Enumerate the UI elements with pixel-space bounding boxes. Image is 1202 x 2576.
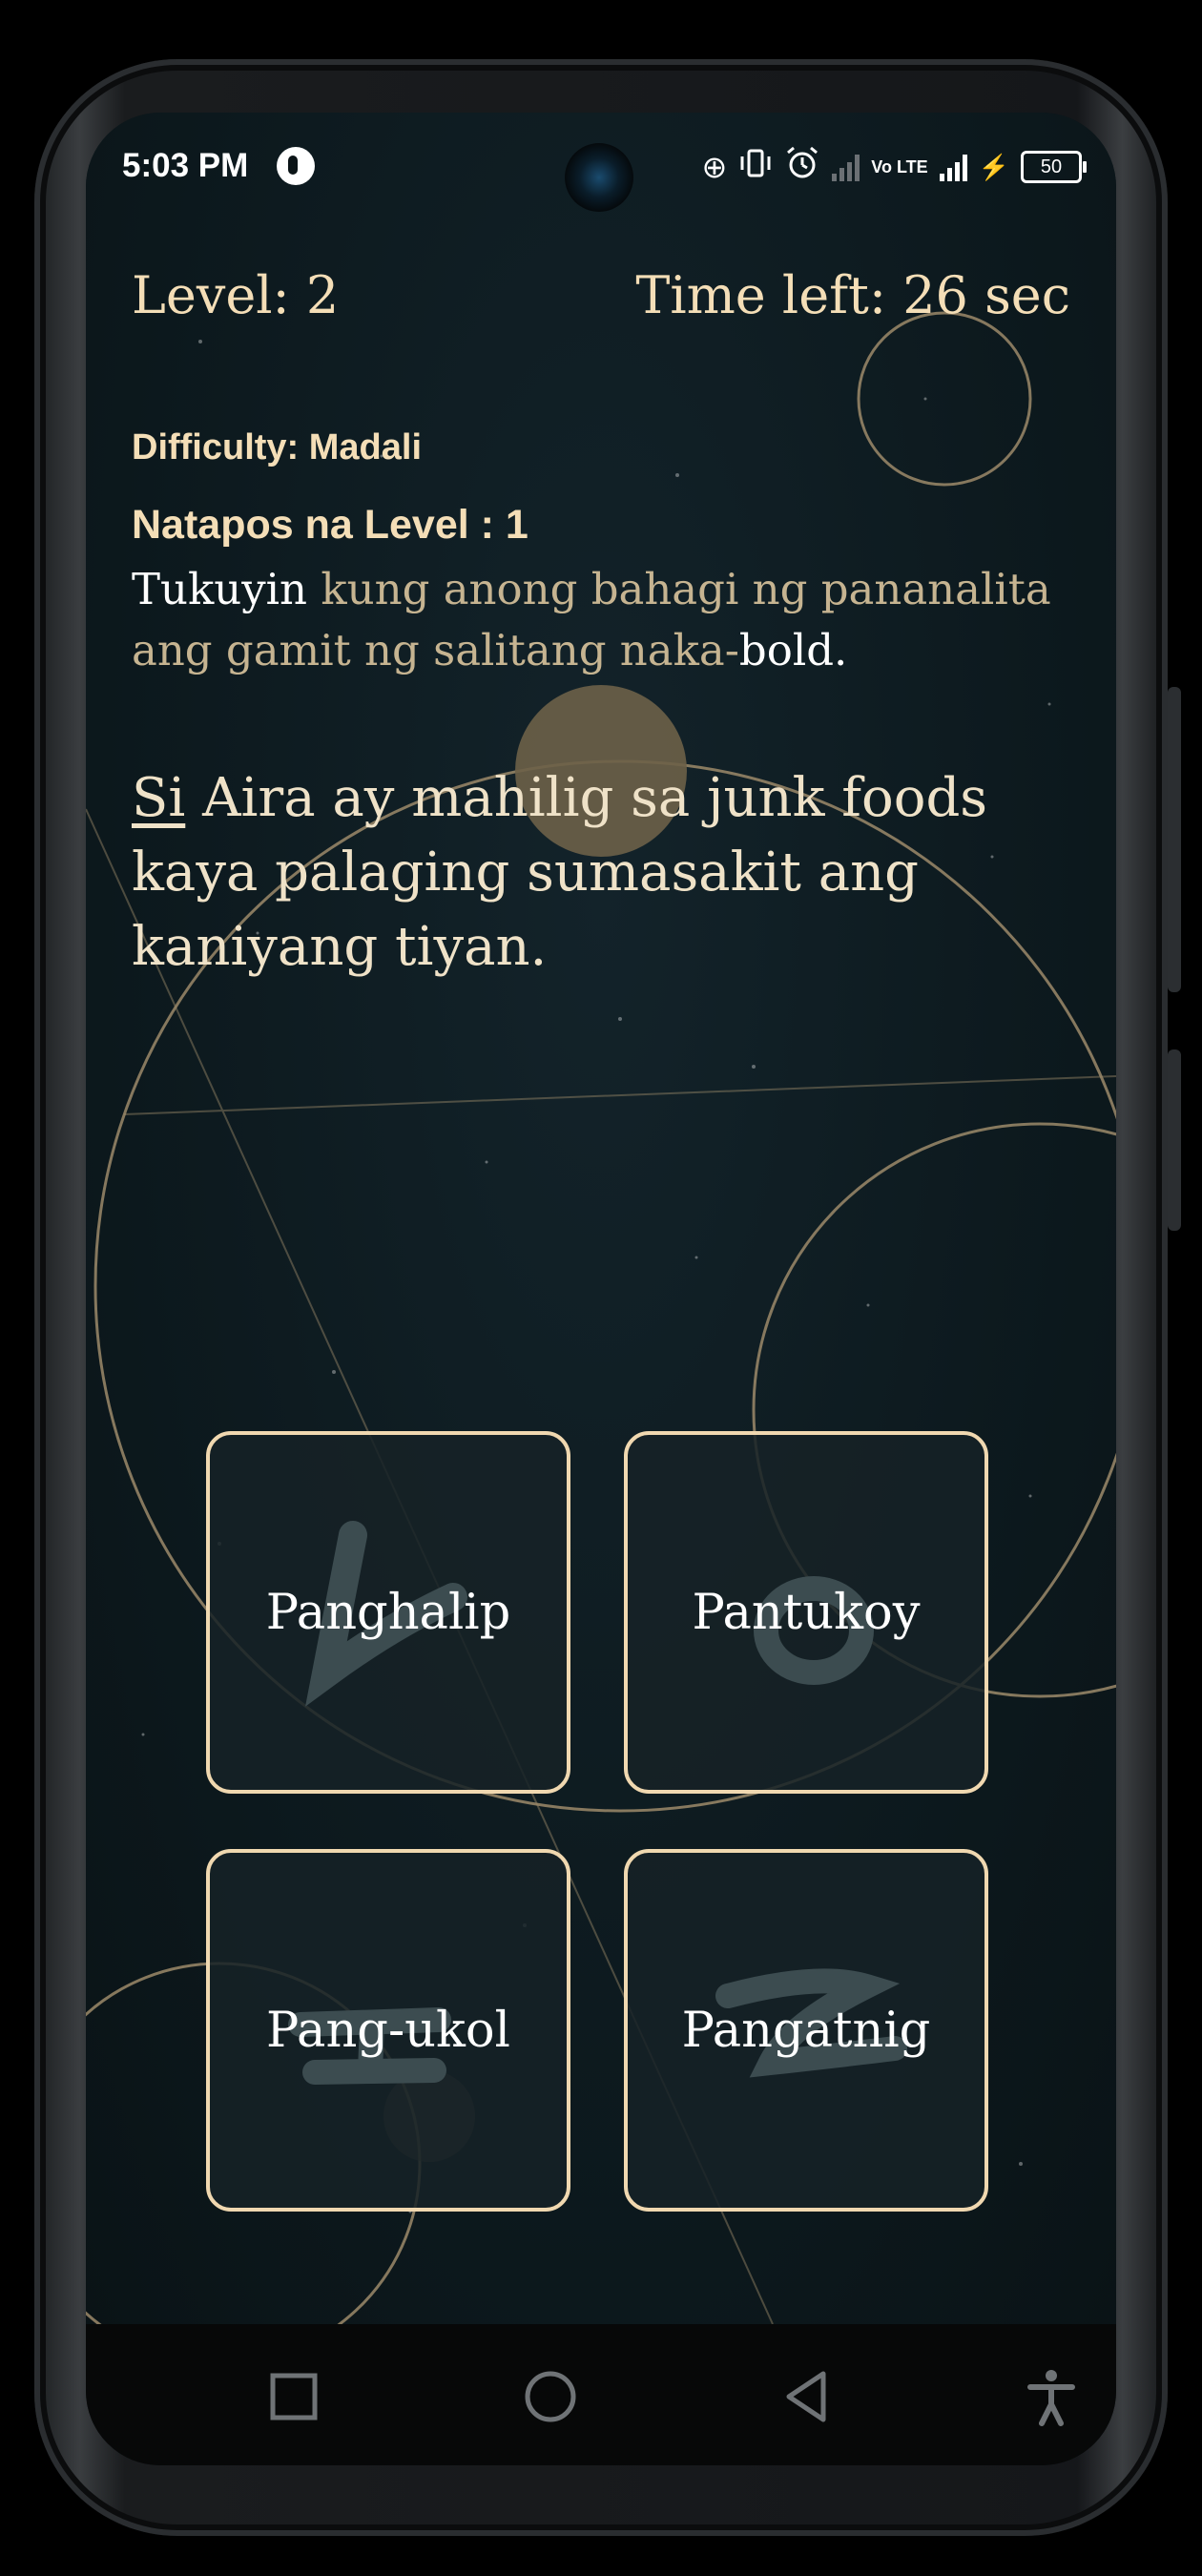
time-left: Time left: 26 sec — [635, 265, 1070, 325]
status-time: 5:03 PM — [122, 147, 249, 184]
volume-button — [1168, 687, 1181, 992]
data-saver-icon: ⊕ — [701, 150, 728, 184]
instruction-tail: bold. — [738, 625, 848, 675]
instruction-lead: Tukuyin — [132, 564, 308, 614]
answer-label: Pang-ukol — [266, 2002, 510, 2059]
level-indicator: Level: 2 — [132, 265, 340, 325]
network-type-label: Vo LTE — [871, 157, 928, 177]
answer-button-pangatnig[interactable]: Pangatnig — [624, 1849, 988, 2212]
answer-label: Panghalip — [265, 1584, 511, 1641]
answer-button-pantukoy[interactable]: Pantukoy — [624, 1431, 988, 1794]
charging-icon: ⚡ — [978, 152, 1009, 181]
alarm-icon — [784, 145, 820, 189]
home-icon[interactable] — [520, 2366, 581, 2427]
status-bar: 5:03 PM ⊕ Vo LTE ⚡ 50 — [86, 113, 1116, 218]
completed-levels-label: Natapos na Level : 1 — [132, 502, 528, 548]
signal-icon-2 — [939, 153, 967, 181]
sentence-rest: Aira ay mahilig sa junk foods kaya palag… — [132, 767, 988, 978]
instruction-text: Tukuyin kung anong bahagi ng pananalita … — [132, 559, 1067, 681]
answer-button-pang-ukol[interactable]: Pang-ukol — [206, 1849, 570, 2212]
question-sentence: Si Aira ay mahilig sa junk foods kaya pa… — [132, 761, 1086, 985]
answer-label: Pantukoy — [692, 1584, 921, 1641]
app-icon — [277, 147, 315, 185]
signal-icon — [832, 153, 860, 181]
screen: 5:03 PM ⊕ Vo LTE ⚡ 50 Level: 2 Time left… — [86, 113, 1116, 2465]
accessibility-icon[interactable] — [1021, 2366, 1082, 2427]
back-icon[interactable] — [777, 2366, 839, 2427]
recents-icon[interactable] — [263, 2366, 324, 2427]
power-button — [1168, 1049, 1181, 1231]
navigation-bar — [86, 2324, 1116, 2465]
highlighted-word: Si — [132, 767, 186, 829]
vibrate-icon — [738, 146, 773, 188]
answer-label: Pangatnig — [681, 2002, 931, 2059]
front-camera — [565, 143, 633, 212]
answer-button-panghalip[interactable]: Panghalip — [206, 1431, 570, 1794]
difficulty-label: Difficulty: Madali — [132, 427, 423, 467]
battery-icon: 50 — [1021, 151, 1087, 183]
status-icons: ⊕ Vo LTE ⚡ 50 — [701, 145, 1087, 189]
